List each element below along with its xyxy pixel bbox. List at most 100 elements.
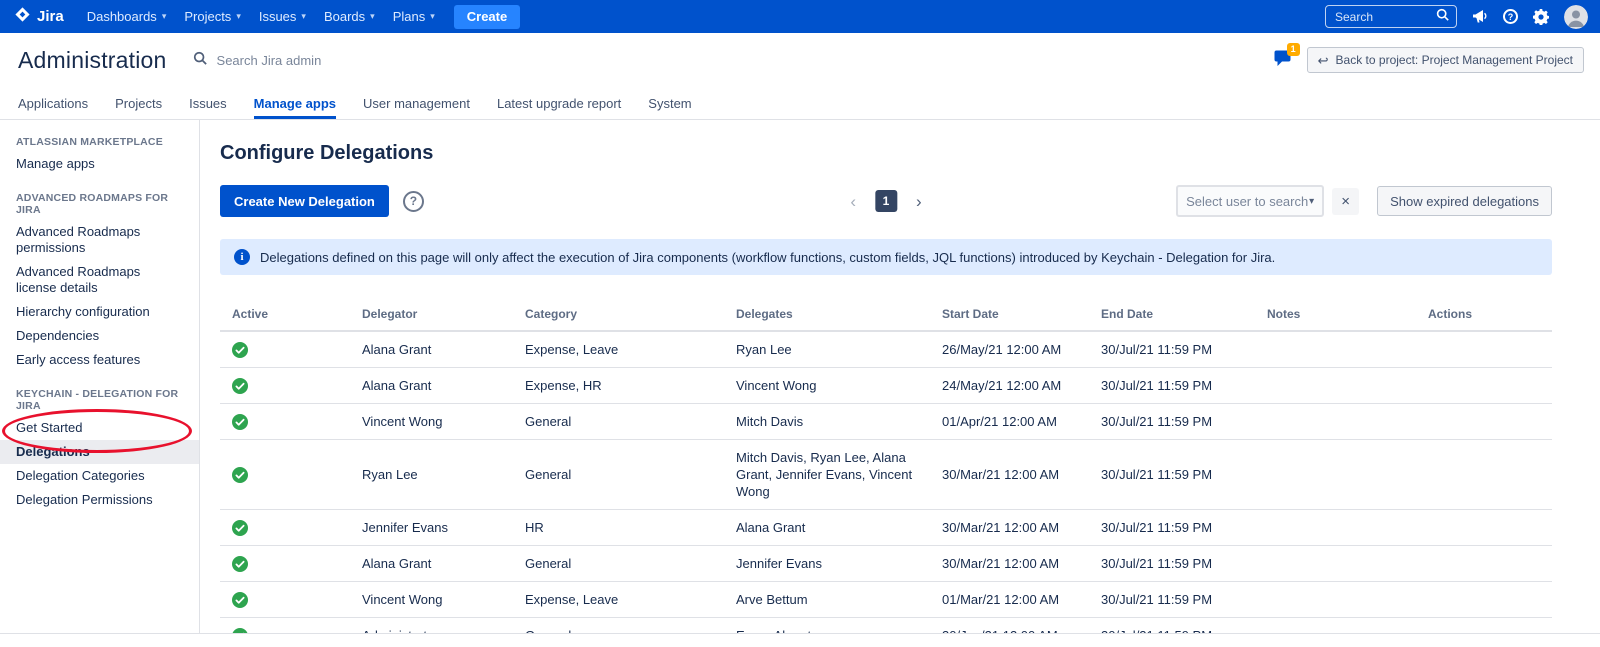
nav-projects-label: Projects [184, 9, 231, 24]
tab-issues[interactable]: Issues [189, 87, 227, 119]
active-check-icon [232, 414, 338, 430]
chevron-down-icon: ▾ [236, 11, 241, 22]
search-icon[interactable] [1436, 8, 1449, 26]
sidebar-item-delegations[interactable]: Delegations [0, 440, 199, 464]
toolbar-filters: Select user to search ▾ × Show expired d… [1176, 185, 1552, 217]
clear-filter-button[interactable]: × [1332, 188, 1359, 215]
nav-boards-label: Boards [324, 9, 365, 24]
column-delegates: Delegates [724, 299, 930, 331]
delegator-cell: Vincent Wong [350, 404, 513, 440]
notes-cell [1255, 440, 1416, 510]
active-check-icon [232, 467, 338, 483]
start-date-cell: 01/Apr/21 12:00 AM [930, 404, 1089, 440]
actions-cell [1416, 368, 1552, 404]
delegations-table-body: Alana Grant Expense, Leave Ryan Lee 26/M… [220, 331, 1552, 633]
nav-issues[interactable]: Issues▾ [250, 0, 315, 33]
top-navigation: Jira Dashboards▾ Projects▾ Issues▾ Board… [0, 0, 1600, 33]
search-icon [193, 51, 207, 70]
end-date-cell: 30/Jul/21 11:59 PM [1089, 582, 1255, 618]
back-to-project-button[interactable]: ↩ Back to project: Project Management Pr… [1307, 47, 1584, 73]
jira-logo[interactable]: Jira [14, 6, 64, 27]
global-search-input[interactable] [1333, 9, 1433, 25]
delegates-cell: Mitch Davis [724, 404, 930, 440]
table-row: Ryan Lee General Mitch Davis, Ryan Lee, … [220, 440, 1552, 510]
tab-latest-upgrade-report[interactable]: Latest upgrade report [497, 87, 621, 119]
start-date-cell: 26/May/21 12:00 AM [930, 331, 1089, 368]
section-title: Configure Delegations [220, 142, 1552, 165]
create-button[interactable]: Create [454, 5, 520, 29]
info-icon: i [234, 249, 250, 265]
delegator-cell: Jennifer Evans [350, 510, 513, 546]
tab-user-management[interactable]: User management [363, 87, 470, 119]
gear-icon[interactable] [1533, 9, 1549, 25]
delegator-cell: Alana Grant [350, 368, 513, 404]
actions-cell [1416, 331, 1552, 368]
column-actions: Actions [1416, 299, 1552, 331]
next-page-button[interactable]: › [910, 192, 928, 211]
nav-boards[interactable]: Boards ▾ [315, 0, 384, 33]
user-avatar[interactable] [1564, 5, 1588, 29]
notification-badge: 1 [1287, 43, 1300, 56]
user-search-select[interactable]: Select user to search ▾ [1176, 185, 1324, 217]
sidebar-item-get-started[interactable]: Get Started [0, 416, 199, 440]
show-expired-delegations-button[interactable]: Show expired delegations [1377, 186, 1552, 216]
sidebar-item-hierarchy-configuration[interactable]: Hierarchy configuration [0, 300, 199, 324]
notes-cell [1255, 546, 1416, 582]
actions-cell [1416, 546, 1552, 582]
sidebar-item-delegation-categories[interactable]: Delegation Categories [0, 464, 199, 488]
category-cell: General [513, 404, 724, 440]
notes-cell [1255, 368, 1416, 404]
category-cell: General [513, 618, 724, 634]
chevron-down-icon: ▾ [1309, 196, 1314, 207]
tab-system[interactable]: System [648, 87, 691, 119]
announcements-icon[interactable] [1472, 9, 1488, 24]
delegator-cell: Alana Grant [350, 546, 513, 582]
page: Jira Dashboards▾ Projects▾ Issues▾ Board… [0, 0, 1600, 647]
user-search-select-placeholder: Select user to search [1186, 194, 1308, 209]
table-row: Jennifer Evans HR Alana Grant 30/Mar/21 … [220, 510, 1552, 546]
addon-notification-icon[interactable]: 1 [1274, 50, 1293, 70]
active-cell [220, 368, 350, 404]
nav-dashboards[interactable]: Dashboards▾ [78, 0, 176, 33]
tab-projects[interactable]: Projects [115, 87, 162, 119]
sidebar-item-manage-apps[interactable]: Manage apps [0, 152, 199, 176]
category-cell: General [513, 546, 724, 582]
admin-search-input[interactable] [215, 52, 405, 69]
sidebar-item-advanced-roadmaps-permissions[interactable]: Advanced Roadmaps permissions [0, 220, 199, 260]
topnav-right: ? [1325, 5, 1588, 29]
sidebar-item-delegation-permissions[interactable]: Delegation Permissions [0, 488, 199, 512]
chevron-down-icon: ▾ [370, 11, 375, 22]
sidebar-item-advanced-roadmaps-license-details[interactable]: Advanced Roadmaps license details [0, 260, 199, 300]
delegates-cell: Alana Grant [724, 510, 930, 546]
column-delegator: Delegator [350, 299, 513, 331]
nav-projects[interactable]: Projects ▾ [175, 0, 250, 33]
sidebar-item-dependencies[interactable]: Dependencies [0, 324, 199, 348]
actions-cell [1416, 510, 1552, 546]
previous-page-button[interactable]: ‹ [844, 192, 862, 211]
create-new-delegation-button[interactable]: Create New Delegation [220, 185, 389, 217]
nav-dashboards-label: Dashboards [87, 9, 157, 24]
active-check-icon [232, 342, 338, 358]
back-to-project-label: Back to project: Project Management Proj… [1336, 53, 1573, 67]
notes-cell [1255, 582, 1416, 618]
info-banner: i Delegations defined on this page will … [220, 239, 1552, 275]
current-page-indicator[interactable]: 1 [875, 190, 897, 212]
delegates-cell: Jennifer Evans [724, 546, 930, 582]
nav-plans[interactable]: Plans▾ [384, 0, 444, 33]
tab-applications[interactable]: Applications [18, 87, 88, 119]
admin-header: Administration 1 ↩ Back to project: Proj… [0, 33, 1600, 87]
sidebar-section-header: ADVANCED ROADMAPS FOR JIRA [0, 186, 199, 220]
sidebar-section-keychain-delegation: KEYCHAIN - DELEGATION FOR JIRA Get Start… [0, 382, 199, 512]
end-date-cell: 30/Jul/21 11:59 PM [1089, 618, 1255, 634]
help-icon[interactable]: ? [1503, 9, 1518, 24]
active-check-icon [232, 556, 338, 572]
delegator-cell: Vincent Wong [350, 582, 513, 618]
help-icon[interactable]: ? [403, 191, 424, 212]
sidebar-section-header: KEYCHAIN - DELEGATION FOR JIRA [0, 382, 199, 416]
sidebar-item-early-access-features[interactable]: Early access features [0, 348, 199, 372]
table-header: Active Delegator Category Delegates Star… [220, 299, 1552, 331]
chevron-down-icon: ▾ [301, 11, 306, 22]
table-row: Vincent Wong General Mitch Davis 01/Apr/… [220, 404, 1552, 440]
info-banner-text: Delegations defined on this page will on… [260, 250, 1275, 265]
tab-manage-apps[interactable]: Manage apps [254, 87, 336, 119]
